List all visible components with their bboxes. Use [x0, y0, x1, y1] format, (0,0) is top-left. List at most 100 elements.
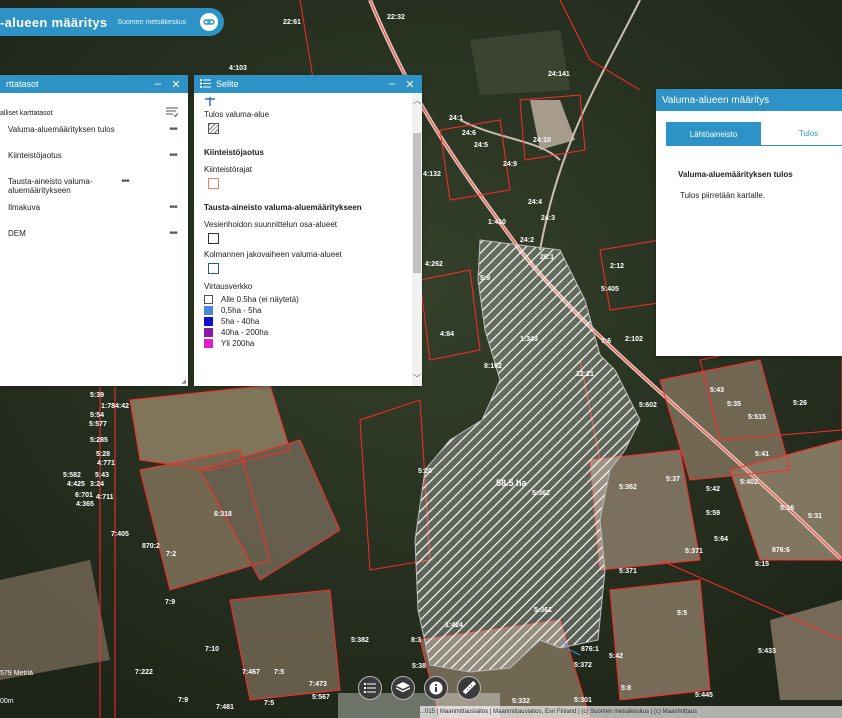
- layer-item-dem[interactable]: DEM •••: [0, 229, 188, 255]
- scrollbar-thumb[interactable]: [413, 133, 421, 273]
- more-options-icon[interactable]: •••: [166, 125, 180, 135]
- svg-text:5:38: 5:38: [412, 663, 426, 670]
- legend-list-icon: [200, 78, 211, 90]
- network-item: Yli 200ha: [204, 339, 396, 348]
- legend-result-label: Tulos valuma-alue: [204, 110, 270, 119]
- minimize-icon[interactable]: –: [386, 78, 398, 90]
- measure-icon[interactable]: [457, 676, 481, 700]
- network-swatch: [204, 328, 213, 337]
- layer-item-result[interactable]: Valuma-aluemäärityksen tulos •••: [0, 125, 188, 151]
- legend-scrollbar[interactable]: ︿ ﹀: [412, 93, 422, 386]
- svg-text:5:15: 5:15: [755, 561, 769, 568]
- scroll-up-icon[interactable]: ︿: [412, 95, 422, 106]
- close-icon[interactable]: ✕: [170, 78, 182, 91]
- layers-icon[interactable]: [391, 676, 415, 700]
- svg-text:4:132: 4:132: [423, 171, 441, 178]
- tab-source-data[interactable]: Lähtöaineisto: [666, 122, 761, 146]
- more-options-icon[interactable]: •••: [118, 177, 132, 187]
- svg-text:20:1: 20:1: [540, 254, 554, 261]
- more-options-icon[interactable]: •••: [166, 203, 180, 213]
- svg-text:7:6: 7:6: [601, 338, 611, 345]
- svg-text:5:402: 5:402: [740, 479, 758, 486]
- layer-item-label: Ilmakuva: [8, 203, 41, 212]
- subareas-swatch: [208, 233, 219, 244]
- svg-text:4:262: 4:262: [425, 261, 443, 268]
- svg-text:4:711: 4:711: [96, 494, 114, 501]
- scale-value: 00m: [0, 698, 14, 705]
- layer-item-background[interactable]: Tausta-aineisto valuma-aluemääritykseen …: [0, 177, 188, 203]
- app-title: -alueen määritys: [0, 14, 108, 30]
- layer-item-aerial[interactable]: Ilmakuva •••: [0, 203, 188, 229]
- layer-list-heading-row: alliset karttatasot: [0, 93, 188, 125]
- link-icon[interactable]: [200, 13, 218, 31]
- svg-text:5:361: 5:361: [534, 607, 552, 614]
- minimize-icon[interactable]: –: [152, 78, 164, 90]
- tab-result[interactable]: Tulos: [761, 122, 842, 146]
- legend-third-level-label: Kolmannen jakovaiheen valuma-alueet: [204, 250, 342, 259]
- svg-text:5:59: 5:59: [706, 510, 720, 517]
- network-label: Alle 0.5ha (ei näytetä): [221, 295, 299, 304]
- layer-list-heading: alliset karttatasot: [0, 109, 53, 117]
- delineation-tabs: Lähtöaineisto Tulos: [666, 122, 842, 146]
- layers-panel-header[interactable]: rttatasot – ✕: [0, 75, 188, 93]
- svg-text:1:784:42: 1:784:42: [101, 403, 129, 410]
- more-options-icon[interactable]: •••: [166, 151, 180, 161]
- more-options-icon[interactable]: •••: [166, 229, 180, 239]
- svg-text:876:1: 876:1: [581, 646, 599, 653]
- filter-list-icon[interactable]: [166, 107, 179, 119]
- svg-text:5:382: 5:382: [351, 637, 369, 644]
- svg-text:5:20: 5:20: [418, 468, 432, 475]
- layer-item-label: Valuma-aluemäärityksen tulos: [8, 125, 115, 134]
- svg-text:24:5: 24:5: [474, 142, 488, 149]
- network-swatch: [204, 317, 213, 326]
- close-icon[interactable]: ✕: [404, 78, 416, 91]
- svg-text:3:24: 3:24: [90, 481, 104, 488]
- svg-text:4:425: 4:425: [67, 481, 85, 488]
- svg-text:5:445: 5:445: [695, 692, 713, 699]
- svg-text:6:701: 6:701: [75, 492, 93, 499]
- hatch-swatch: [208, 123, 219, 134]
- svg-text:5:433: 5:433: [758, 648, 776, 655]
- resize-handle-icon[interactable]: ◢: [181, 378, 186, 385]
- svg-text:24:1: 24:1: [449, 115, 463, 122]
- svg-text:5:42: 5:42: [706, 486, 720, 493]
- network-item: Alle 0.5ha (ei näytetä): [204, 295, 396, 304]
- svg-text:5:54: 5:54: [90, 412, 104, 419]
- network-label: Yli 200ha: [221, 339, 255, 348]
- svg-text:7:9: 7:9: [165, 599, 175, 606]
- svg-text:24:141: 24:141: [548, 71, 570, 78]
- legend-icon[interactable]: [358, 676, 382, 700]
- svg-text:5:5: 5:5: [677, 610, 687, 617]
- svg-text:7:467: 7:467: [242, 669, 260, 676]
- legend-panel-header[interactable]: Selite – ✕: [194, 75, 422, 93]
- svg-text:24:6: 24:6: [462, 130, 476, 137]
- result-heading: Valuma-aluemäärityksen tulos: [678, 170, 793, 179]
- network-item: 5ha - 40ha: [204, 317, 396, 326]
- svg-text:5:43: 5:43: [95, 472, 109, 479]
- layer-item-property[interactable]: Kiinteistöjaotus •••: [0, 151, 188, 177]
- svg-text:24:3: 24:3: [541, 215, 555, 222]
- svg-text:24:9: 24:9: [503, 161, 517, 168]
- scroll-down-icon[interactable]: ﹀: [412, 373, 422, 384]
- svg-text:5:31: 5:31: [808, 513, 822, 520]
- svg-text:24:10: 24:10: [533, 137, 551, 144]
- network-item: 40ha - 200ha: [204, 328, 396, 337]
- legend-network-title: Virtausverkko: [204, 282, 253, 291]
- svg-text:5:28: 5:28: [96, 451, 110, 458]
- svg-text:5:602: 5:602: [639, 402, 657, 409]
- svg-text:5:43: 5:43: [710, 387, 724, 394]
- svg-text:5:16: 5:16: [780, 505, 794, 512]
- layer-item-label: Tausta-aineisto valuma-aluemääritykseen: [8, 177, 93, 195]
- svg-text:5:64: 5:64: [714, 536, 728, 543]
- svg-text:8:3: 8:3: [411, 637, 421, 644]
- legend-background-title: Tausta-aineisto valuma-aluemääritykseen: [204, 203, 362, 212]
- svg-text:22:32: 22:32: [387, 14, 405, 21]
- legend-content: Tulos valuma-alue Kiinteistöjaotus Kiint…: [194, 93, 422, 348]
- info-icon[interactable]: [424, 676, 448, 700]
- network-swatch: [204, 295, 213, 304]
- svg-text:7:405: 7:405: [111, 531, 129, 538]
- svg-text:5:371: 5:371: [619, 568, 637, 575]
- svg-text:4:84: 4:84: [440, 331, 454, 338]
- svg-text:24:2: 24:2: [520, 237, 534, 244]
- catchment-area-label: 58.5 ha: [496, 478, 528, 488]
